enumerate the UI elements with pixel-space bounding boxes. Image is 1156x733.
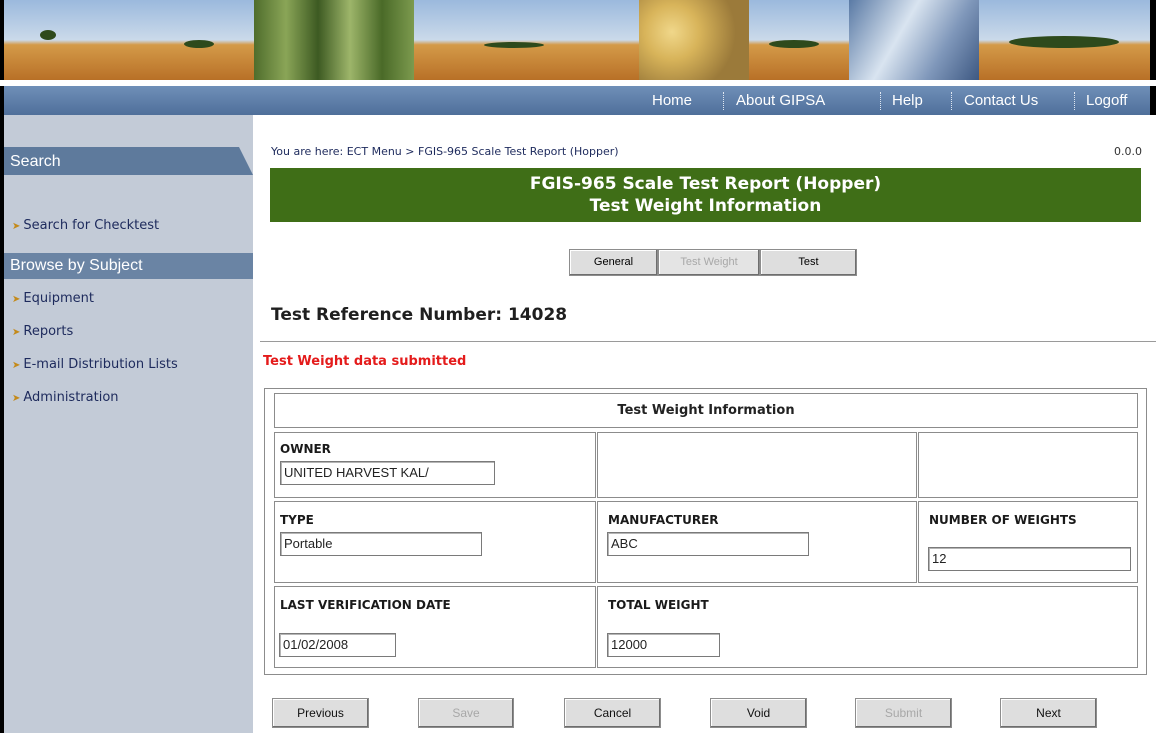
total-weight-field[interactable]: 12000 [607, 633, 720, 657]
sidebar-search-header: Search [4, 147, 253, 175]
arrow-icon: ➤ [12, 327, 21, 338]
tab-test[interactable]: Test [760, 249, 857, 276]
cancel-button[interactable]: Cancel [564, 698, 661, 728]
sidebar-item-search-for-checktest[interactable]: ➤ Search for Checktest [12, 218, 159, 233]
arrow-icon: ➤ [12, 294, 21, 305]
nav-logoff-link[interactable]: Logoff [1086, 86, 1127, 115]
empty-cell [918, 432, 1138, 498]
nav-separator [723, 92, 724, 110]
owner-label: OWNER [280, 442, 331, 456]
nav-contact-link[interactable]: Contact Us [964, 86, 1038, 115]
banner-corn-image [254, 0, 414, 80]
divider [260, 341, 1156, 342]
number-of-weights-field[interactable]: 12 [928, 547, 1131, 571]
sidebar-item-label: Administration [23, 390, 119, 405]
last-verification-date-label: LAST VERIFICATION DATE [280, 598, 451, 612]
page-title: FGIS-965 Scale Test Report (Hopper) Test… [270, 168, 1141, 222]
banner-field-image-3 [749, 0, 849, 80]
nav-separator [880, 92, 881, 110]
manufacturer-label: MANUFACTURER [608, 513, 719, 527]
sidebar-item-email-distribution-lists[interactable]: ➤ E-mail Distribution Lists [12, 357, 178, 372]
arrow-icon: ➤ [12, 221, 21, 232]
top-nav-bar: Home About GIPSA Help Contact Us Logoff [0, 86, 1156, 115]
sidebar-browse-header: Browse by Subject [4, 253, 253, 279]
total-weight-label: TOTAL WEIGHT [608, 598, 709, 612]
page-title-line-2: Test Weight Information [589, 196, 822, 216]
nav-separator [951, 92, 952, 110]
banner-lab-image [849, 0, 979, 80]
tab-test-weight: Test Weight [658, 249, 760, 276]
banner-field-image-2 [414, 0, 639, 80]
arrow-icon: ➤ [12, 360, 21, 371]
banner-field-image-4 [979, 0, 1150, 80]
number-of-weights-label: NUMBER OF WEIGHTS [929, 513, 1077, 527]
sidebar-item-label: Equipment [23, 291, 94, 306]
sidebar-item-label: Reports [23, 324, 74, 339]
arrow-icon: ➤ [12, 393, 21, 404]
next-button[interactable]: Next [1000, 698, 1097, 728]
save-button: Save [418, 698, 514, 728]
sidebar-item-label: E-mail Distribution Lists [23, 357, 178, 372]
void-button[interactable]: Void [710, 698, 807, 728]
nav-help-link[interactable]: Help [892, 86, 923, 115]
sidebar [0, 115, 259, 733]
type-field[interactable]: Portable [280, 532, 482, 556]
empty-cell [597, 432, 917, 498]
nav-about-link[interactable]: About GIPSA [736, 86, 825, 115]
manufacturer-field[interactable]: ABC [607, 532, 809, 556]
banner-chicks-image [639, 0, 749, 80]
page-title-line-1: FGIS-965 Scale Test Report (Hopper) [529, 174, 882, 194]
form-header: Test Weight Information [274, 393, 1138, 428]
previous-button[interactable]: Previous [272, 698, 369, 728]
last-verification-date-field[interactable]: 01/02/2008 [279, 633, 396, 657]
sidebar-item-label: Search for Checktest [23, 218, 160, 233]
sidebar-item-equipment[interactable]: ➤ Equipment [12, 291, 94, 306]
submit-button: Submit [855, 698, 952, 728]
type-label: TYPE [280, 513, 314, 527]
banner-field-image [4, 0, 254, 80]
status-message: Test Weight data submitted [263, 354, 467, 369]
header-banner [0, 0, 1156, 80]
tab-general[interactable]: General [569, 249, 658, 276]
sidebar-item-reports[interactable]: ➤ Reports [12, 324, 73, 339]
nav-home-link[interactable]: Home [652, 86, 692, 115]
version-label: 0.0.0 [1114, 145, 1142, 158]
sidebar-item-administration[interactable]: ➤ Administration [12, 390, 119, 405]
nav-separator [1074, 92, 1075, 110]
owner-field[interactable]: UNITED HARVEST KAL/ [280, 461, 495, 485]
test-reference-number: Test Reference Number: 14028 [271, 305, 568, 325]
breadcrumb: You are here: ECT Menu > FGIS-965 Scale … [271, 145, 619, 158]
